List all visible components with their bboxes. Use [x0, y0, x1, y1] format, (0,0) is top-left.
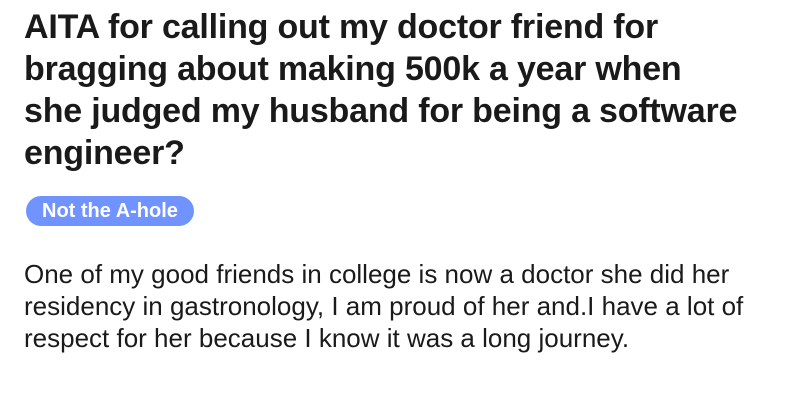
post-title[interactable]: AITA for calling out my doctor friend fo…: [24, 6, 744, 174]
post-container: AITA for calling out my doctor friend fo…: [24, 6, 784, 354]
post-flair-badge[interactable]: Not the A-hole: [26, 196, 194, 226]
flair-row: Not the A-hole: [24, 196, 784, 230]
post-body-text: One of my good friends in college is now…: [24, 259, 744, 353]
